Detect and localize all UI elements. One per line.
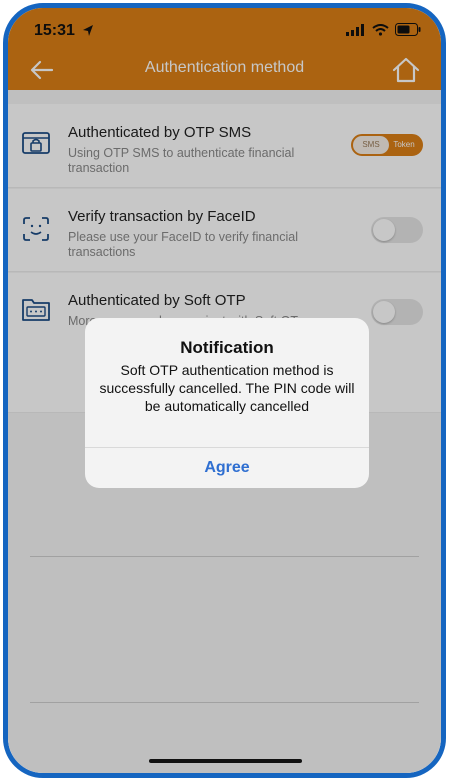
agree-button[interactable]: Agree <box>85 447 369 488</box>
dialog-title: Notification <box>180 338 274 357</box>
home-indicator[interactable] <box>149 759 302 763</box>
phone-frame: 15:31 Authentication method Authenticate… <box>3 3 446 778</box>
notification-dialog: Notification Soft OTP authentication met… <box>85 318 369 488</box>
dialog-message: Soft OTP authentication method is succes… <box>99 362 355 414</box>
